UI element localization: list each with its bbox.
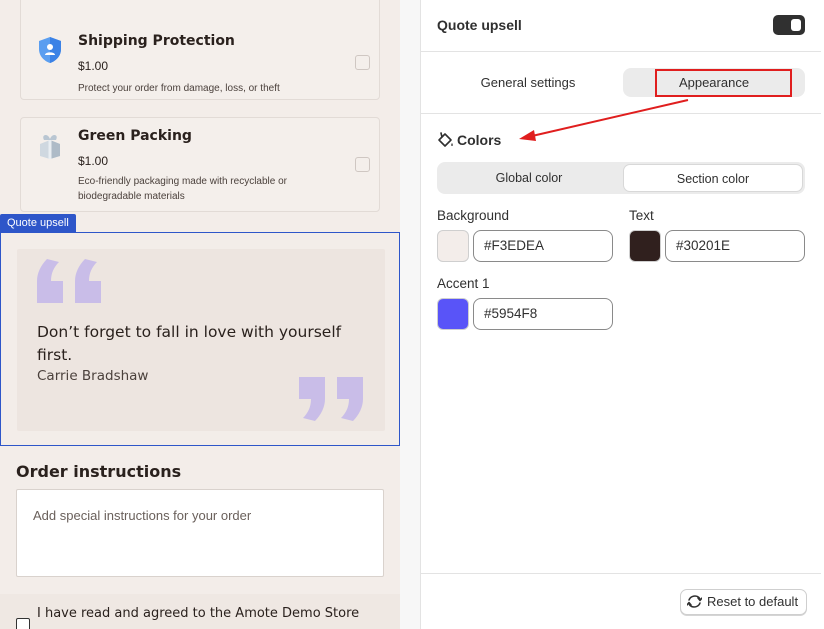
addon-card-green-packing[interactable]: Green Packing $1.00 Eco-friendly packagi… — [20, 117, 380, 212]
tab-general-settings[interactable]: General settings — [437, 68, 619, 97]
color-scope-segmented-control: Global color Section color — [437, 162, 805, 194]
colors-label: Colors — [457, 132, 502, 148]
panel-footer: Reset to default — [421, 573, 821, 629]
addon-description: Protect your order from damage, loss, or… — [78, 83, 280, 94]
accent1-color-label: Accent 1 — [437, 276, 490, 291]
quote-author: Carrie Bradshaw — [37, 368, 149, 384]
panel-header: Quote upsell — [421, 0, 821, 52]
addon-title: Green Packing — [78, 128, 192, 144]
reset-label: Reset to default — [707, 594, 799, 609]
addon-price: $1.00 — [78, 154, 109, 168]
settings-tabs: General settings Appearance — [421, 52, 821, 114]
addon-title: Shipping Protection — [78, 33, 235, 49]
annotation-highlight-box — [655, 69, 792, 97]
paint-bucket-icon — [438, 132, 453, 147]
panel-divider — [400, 0, 420, 629]
addon-description: Eco-friendly packaging made with recycla… — [78, 176, 287, 202]
shield-icon — [35, 35, 65, 65]
segment-section-color[interactable]: Section color — [623, 164, 803, 192]
close-quote-icon — [299, 377, 363, 421]
quote-card: Don’t forget to fall in love with yourse… — [17, 249, 385, 431]
settings-panel: Quote upsell General settings Appearance… — [420, 0, 824, 629]
accent1-color-swatch[interactable] — [437, 298, 469, 330]
accent1-color-input[interactable]: #5954F8 — [473, 298, 613, 330]
reset-icon — [687, 595, 702, 608]
quote-upsell-section[interactable]: Don’t forget to fall in love with yourse… — [0, 232, 400, 446]
quote-text: Don’t forget to fall in love with yourse… — [37, 323, 342, 364]
addon-checkbox[interactable] — [355, 55, 370, 70]
background-color-swatch[interactable] — [437, 230, 469, 262]
section-visibility-toggle[interactable] — [773, 15, 805, 35]
text-color-label: Text — [629, 208, 654, 223]
background-color-label: Background — [437, 208, 510, 223]
addon-checkbox[interactable] — [355, 157, 370, 172]
toggle-knob — [791, 19, 801, 31]
open-quote-icon — [37, 259, 101, 303]
order-instructions-textarea[interactable]: Add special instructions for your order — [16, 489, 384, 577]
background-color-input[interactable]: #F3EDEA — [473, 230, 613, 262]
text-color-swatch[interactable] — [629, 230, 661, 262]
addon-price: $1.00 — [78, 59, 109, 73]
order-instructions-title: Order instructions — [16, 462, 182, 481]
segment-global-color[interactable]: Global color — [439, 164, 619, 192]
reset-to-default-button[interactable]: Reset to default — [680, 589, 808, 615]
storefront-preview: Shipping Protection $1.00 Protect your o… — [0, 0, 400, 629]
gift-box-icon — [35, 130, 65, 160]
panel-title: Quote upsell — [437, 17, 522, 33]
addon-card-shipping-protection[interactable]: Shipping Protection $1.00 Protect your o… — [20, 0, 380, 100]
selected-section-tag: Quote upsell — [0, 214, 76, 232]
terms-checkbox[interactable] — [16, 618, 30, 629]
terms-label: I have read and agreed to the Amote Demo… — [37, 606, 360, 621]
text-color-input[interactable]: #30201E — [665, 230, 805, 262]
